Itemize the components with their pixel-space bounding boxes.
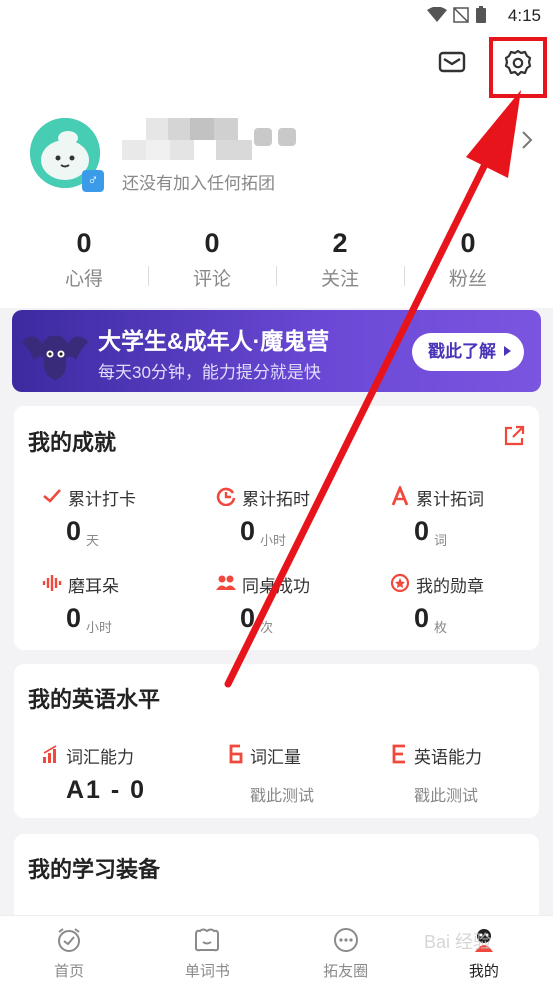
stat-label: 关注 <box>320 269 359 290</box>
achievement-name: 我的勋章 <box>416 577 484 596</box>
achievement-value: 0 <box>66 603 82 633</box>
achievement-listening[interactable]: 磨耳朵 0 小时 <box>42 573 212 643</box>
achievement-name: 累计拓时 <box>242 490 310 509</box>
people-icon <box>216 575 236 590</box>
check-icon <box>43 489 61 503</box>
test-link[interactable]: 戳此测试 <box>414 782 478 806</box>
status-icons <box>427 6 487 24</box>
letter-e-icon <box>392 744 405 764</box>
vocab-icon <box>229 744 243 764</box>
letter-a-icon <box>391 486 409 506</box>
achievement-value: 0 <box>240 603 256 633</box>
status-time: 4:15 <box>507 6 541 25</box>
achievement-unit: 天 <box>86 533 100 548</box>
test-link[interactable]: 戳此测试 <box>250 782 314 806</box>
tab-wordbook[interactable]: 单词书 <box>138 916 276 983</box>
banner-title: 大学生&成年人·魔鬼营 <box>98 328 330 354</box>
english-level-card: 我的英语水平 词汇能力 A1 - 0 词汇量 戳此测试 英语能力 戳此测试 <box>14 664 539 818</box>
vocab-size[interactable]: 词汇量 戳此测试 <box>226 744 396 814</box>
stat-label: 粉丝 <box>448 269 487 290</box>
bar-chart-icon <box>43 745 57 763</box>
tab-label: 我的 <box>468 963 499 980</box>
achievement-value: 0 <box>414 516 430 546</box>
banner-subtitle: 每天30分钟，能力提分就是快 <box>98 363 321 382</box>
tab-community[interactable]: 拓友圈 <box>277 916 415 983</box>
achievement-value: 0 <box>66 516 82 546</box>
profile-stats: 0 心得 0 评论 2 关注 0 粉丝 <box>20 228 532 292</box>
achievement-unit: 小时 <box>260 533 287 548</box>
achievement-deskmate[interactable]: 同桌成功 0 次 <box>216 573 386 643</box>
english-level-title: 我的英语水平 <box>28 687 161 712</box>
no-signal-icon <box>453 7 469 23</box>
male-icon: ♂ <box>82 170 104 192</box>
mail-icon <box>438 51 466 73</box>
banner-button-label: 戳此了解 <box>428 342 496 361</box>
achievement-unit: 词 <box>434 533 448 548</box>
username-blurred <box>122 118 252 160</box>
wifi-icon <box>427 7 447 22</box>
clock-icon <box>216 487 236 506</box>
play-triangle-icon <box>504 346 511 356</box>
tab-label: 首页 <box>54 963 85 980</box>
stat-followers[interactable]: 0 粉丝 <box>404 228 532 292</box>
english-ability[interactable]: 英语能力 戳此测试 <box>390 744 553 814</box>
battery-icon <box>476 6 486 23</box>
achievement-words[interactable]: 累计拓词 0 词 <box>390 486 553 556</box>
stat-label: 心得 <box>64 269 103 290</box>
tab-home[interactable]: 首页 <box>0 916 138 983</box>
stat-value: 0 <box>460 228 476 258</box>
stat-value: 0 <box>204 228 220 258</box>
banner-learn-more-button[interactable]: 戳此了解 <box>412 333 524 371</box>
tab-label: 拓友圈 <box>323 963 369 980</box>
chevron-right-icon <box>522 131 533 149</box>
achievement-unit: 小时 <box>86 620 113 635</box>
english-item-name: 词汇能力 <box>66 748 134 767</box>
stat-insights[interactable]: 0 心得 <box>20 228 148 292</box>
stat-value: 0 <box>76 228 92 258</box>
achievement-medals[interactable]: 我的勋章 0 枚 <box>390 573 553 643</box>
stat-value: 2 <box>332 228 348 258</box>
medal-icon <box>390 573 410 593</box>
alarm-clock-icon <box>58 928 81 952</box>
achievement-value: 0 <box>240 516 256 546</box>
profile-detail-button[interactable] <box>519 128 535 152</box>
achievement-name: 累计拓词 <box>416 490 484 509</box>
profile-header: ♂ 还没有加入任何拓团 0 心得 0 评论 2 关注 0 粉丝 <box>0 32 553 308</box>
stat-label: 评论 <box>192 269 231 290</box>
level-badges <box>254 128 296 146</box>
vocab-ability[interactable]: 词汇能力 A1 - 0 <box>42 744 212 814</box>
tab-label: 单词书 <box>184 963 230 980</box>
stat-following[interactable]: 2 关注 <box>276 228 404 292</box>
settings-highlight-box <box>489 37 547 98</box>
achievement-value: 0 <box>414 603 430 633</box>
achievements-card: 我的成就 累计打卡 0 天 累计拓时 0 小时 累计拓词 0 词 磨耳朵 0 小… <box>14 406 539 650</box>
achievement-study-time[interactable]: 累计拓时 0 小时 <box>216 486 386 556</box>
stat-comments[interactable]: 0 评论 <box>148 228 276 292</box>
share-icon <box>504 425 525 446</box>
english-item-name: 词汇量 <box>250 748 301 767</box>
achievement-checkin[interactable]: 累计打卡 0 天 <box>42 486 212 556</box>
study-gear-title: 我的学习装备 <box>28 857 161 882</box>
chat-bubble-icon <box>333 928 358 952</box>
soundwave-icon <box>42 575 62 591</box>
promo-banner[interactable]: 大学生&成年人·魔鬼营 每天30分钟，能力提分就是快 戳此了解 <box>12 310 541 392</box>
watermark-logo: Bai 经验 <box>424 932 492 952</box>
achievement-unit: 枚 <box>434 620 448 635</box>
badge-icon <box>278 128 296 146</box>
share-button[interactable] <box>502 424 526 448</box>
level-icon <box>254 128 272 146</box>
achievement-name: 同桌成功 <box>242 577 310 596</box>
status-bar: 4:15 <box>0 0 553 32</box>
achievements-title: 我的成就 <box>28 430 117 455</box>
book-icon <box>195 928 220 952</box>
vocab-level-value: A1 - 0 <box>66 776 147 804</box>
achievement-name: 磨耳朵 <box>68 577 119 596</box>
achievement-unit: 次 <box>260 620 274 635</box>
achievement-name: 累计打卡 <box>68 490 136 509</box>
messages-button[interactable] <box>438 50 466 74</box>
bat-mascot-icon <box>22 335 88 380</box>
team-status-text: 还没有加入任何拓团 <box>122 174 275 193</box>
english-item-name: 英语能力 <box>414 748 482 767</box>
